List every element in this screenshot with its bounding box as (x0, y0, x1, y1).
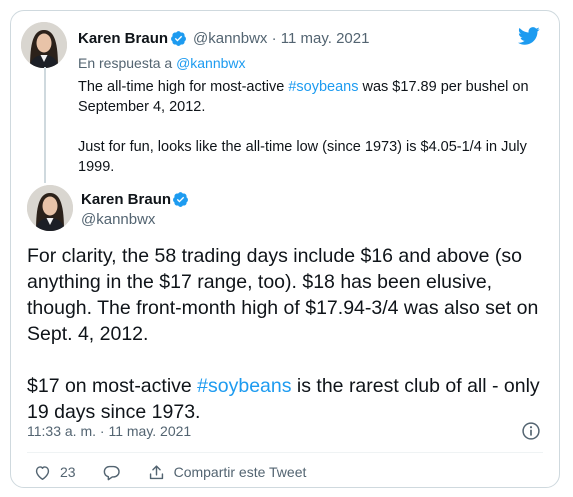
reply-prefix: En respuesta a (78, 55, 173, 71)
hashtag-link[interactable]: #soybeans (197, 375, 291, 397)
share-label: Compartir este Tweet (173, 464, 307, 480)
info-icon[interactable] (521, 421, 541, 441)
tweet-embed-card: Karen Braun @kannbwx · 11 may. 2021 En r… (10, 10, 560, 488)
hashtag-link[interactable]: #soybeans (288, 79, 358, 95)
author-name[interactable]: Karen Braun (81, 191, 171, 208)
tweet-text: $17 on most-active (27, 375, 198, 397)
reply-button[interactable] (102, 463, 121, 482)
parent-tweet-text: The all-time high for most-active #soybe… (78, 77, 548, 177)
verified-badge-icon (173, 192, 188, 207)
author-handle-date[interactable]: @kannbwx · 11 may. 2021 (193, 30, 369, 47)
tweet-text: The all-time high for most-active (78, 79, 289, 95)
heart-icon (35, 465, 50, 480)
avatar[interactable] (27, 185, 73, 231)
author-handle[interactable]: @kannbwx (81, 211, 155, 228)
divider (27, 452, 543, 453)
share-upload-icon (149, 464, 163, 479)
action-bar: 23 Compartir este Tweet (27, 461, 306, 483)
reply-bubble-icon (103, 465, 120, 480)
like-button[interactable]: 23 (33, 463, 76, 482)
twitter-bird-icon[interactable] (517, 25, 541, 47)
thread-connector (44, 67, 46, 183)
author-handle[interactable]: @kannbwx (193, 30, 267, 47)
reply-to-line: En respuesta a @kannbwx (78, 55, 246, 71)
main-tweet-text: For clarity, the 58 trading days include… (27, 243, 547, 425)
share-button[interactable]: Compartir este Tweet (147, 463, 307, 482)
tweet-date[interactable]: 11 may. 2021 (281, 30, 370, 47)
tweet-timestamp[interactable]: 11:33 a. m. · 11 may. 2021 (27, 423, 191, 439)
like-count: 23 (60, 464, 76, 480)
reply-to-handle[interactable]: @kannbwx (176, 55, 245, 71)
verified-badge-icon (171, 31, 186, 46)
separator: · (271, 30, 277, 47)
avatar[interactable] (21, 22, 67, 68)
tweet-text: For clarity, the 58 trading days include… (27, 245, 539, 345)
tweet-text: Just for fun, looks like the all-time lo… (78, 139, 527, 175)
author-name[interactable]: Karen Braun (78, 30, 168, 47)
